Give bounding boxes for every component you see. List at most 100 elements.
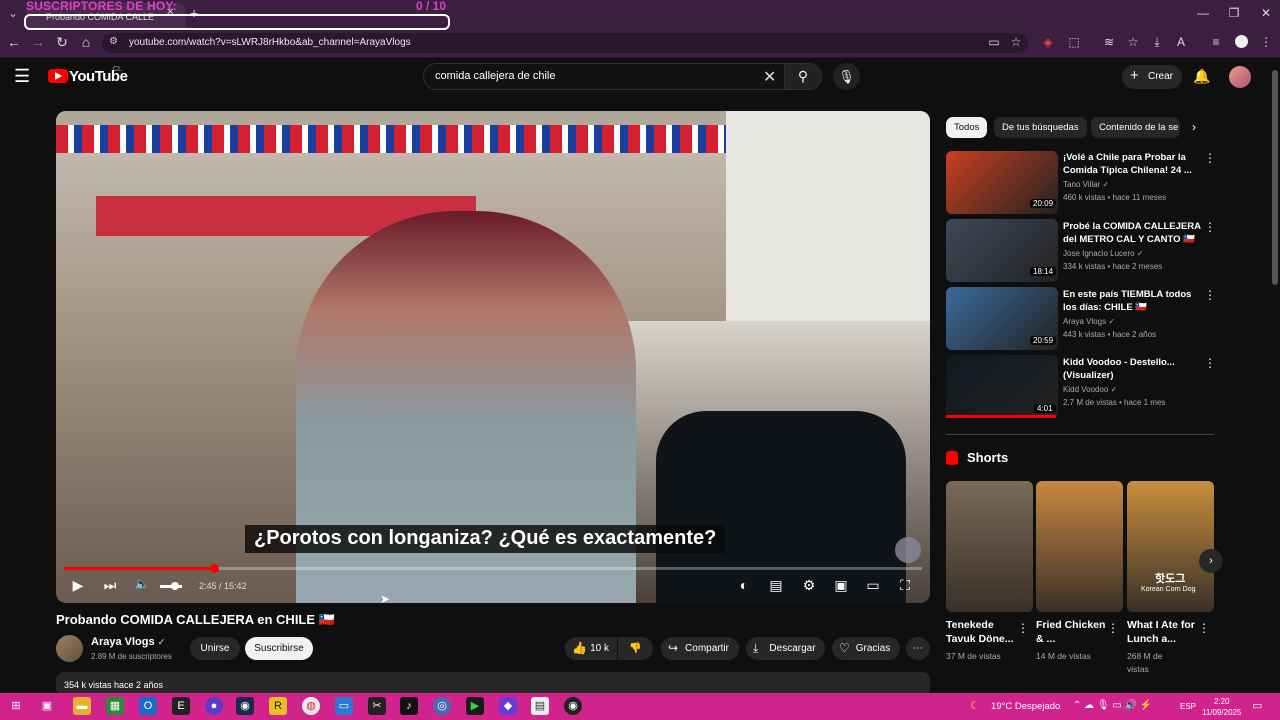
- rec-menu-icon[interactable]: ⋮: [1204, 220, 1216, 234]
- short-thumbnail[interactable]: [946, 481, 1033, 612]
- system-tray-icons[interactable]: ⌃ ☁ 🎙 ▭ 🔊 ⚡: [1073, 700, 1152, 711]
- shorts-next-icon[interactable]: ›: [1199, 549, 1223, 573]
- short-thumbnail[interactable]: [1036, 481, 1123, 612]
- site-info-icon[interactable]: ⚙: [109, 36, 118, 47]
- search-button[interactable]: ⚲: [784, 63, 822, 90]
- channel-name[interactable]: Araya Vlogs ✓: [91, 636, 165, 648]
- rec-menu-icon[interactable]: ⋮: [1204, 151, 1216, 165]
- rec-title[interactable]: ¡Volé a Chile para Probar la Comida Típi…: [1063, 151, 1201, 177]
- subtitles-icon[interactable]: ▤: [766, 577, 786, 594]
- page-scrollbar[interactable]: [1272, 70, 1278, 285]
- notifications-icon[interactable]: ▭: [1252, 699, 1262, 712]
- capcut-icon[interactable]: ✂: [368, 697, 386, 715]
- create-label: Crear: [1148, 71, 1174, 82]
- country-code: CL: [113, 66, 122, 73]
- scene-boxes: [726, 111, 930, 351]
- more-actions-button[interactable]: ⋯: [906, 637, 930, 660]
- rec-title[interactable]: En este país TIEMBLA todos los días: CHI…: [1063, 288, 1201, 314]
- short-title[interactable]: Tenekede Tavuk Döne...: [946, 618, 1016, 646]
- rec-channel[interactable]: Tano Villar ✓: [1063, 180, 1109, 189]
- volume-knob[interactable]: [171, 582, 179, 590]
- rec-title[interactable]: Probé la COMIDA CALLEJERA del METRO CAL …: [1063, 220, 1201, 246]
- url-text[interactable]: youtube.com/watch?v=sLWRJ8rHkbo&ab_chann…: [129, 37, 411, 48]
- rec-channel[interactable]: Araya Vlogs ✓: [1063, 317, 1115, 326]
- rec-channel[interactable]: Jose Ignacio Lucero ✓: [1063, 249, 1144, 258]
- dislike-button[interactable]: 👎: [618, 637, 653, 660]
- store-icon[interactable]: ▦: [106, 697, 124, 715]
- volume-icon[interactable]: 🔈: [132, 577, 152, 591]
- channel-watermark[interactable]: [895, 537, 921, 563]
- twitch-icon[interactable]: ◆: [499, 697, 517, 715]
- favorites-icon[interactable]: ☆: [1125, 35, 1141, 49]
- menu-dots-icon[interactable]: ⋮: [1258, 35, 1274, 49]
- voice-search-button[interactable]: 🎙: [833, 63, 860, 90]
- notepad-icon[interactable]: ▤: [531, 697, 549, 715]
- chrome-icon[interactable]: ◍: [302, 697, 320, 715]
- bookmark-star-icon[interactable]: ☆: [1008, 35, 1024, 49]
- tiktok-icon[interactable]: ♪: [400, 697, 418, 715]
- progress-scrubber[interactable]: [210, 564, 220, 573]
- epic-games-icon[interactable]: E: [172, 697, 190, 715]
- rec-menu-icon[interactable]: ⋮: [1204, 288, 1216, 302]
- translate-icon[interactable]: A: [1173, 35, 1189, 49]
- restore-icon[interactable]: ❐: [1224, 6, 1244, 20]
- tab-search-icon[interactable]: ⌄: [4, 5, 22, 23]
- window-app-icon[interactable]: ▭: [335, 697, 353, 715]
- short-menu-icon[interactable]: ⋮: [1017, 621, 1029, 635]
- rec-menu-icon[interactable]: ⋮: [1204, 356, 1216, 370]
- subscribe-button[interactable]: Suscribirse: [245, 637, 313, 660]
- browser-app-icon[interactable]: ◎: [433, 697, 451, 715]
- account-avatar[interactable]: [1229, 66, 1251, 88]
- app-icon[interactable]: ●: [205, 697, 223, 715]
- settings-gear-icon[interactable]: ⚙: [799, 577, 819, 594]
- outlook-icon[interactable]: O: [139, 697, 157, 715]
- theater-mode-icon[interactable]: ▭: [863, 577, 883, 594]
- extensions-icon[interactable]: ⬚: [1066, 35, 1082, 49]
- task-view-icon[interactable]: ▣: [38, 697, 56, 715]
- obs-icon[interactable]: ◉: [564, 697, 582, 715]
- search-query[interactable]: comida callejera de chile: [435, 70, 555, 82]
- reading-list-icon[interactable]: ≡: [1208, 35, 1224, 49]
- chips-next-icon[interactable]: ›: [1192, 120, 1196, 134]
- downloads-icon[interactable]: ⤓: [1149, 35, 1165, 50]
- close-window-icon[interactable]: ✕: [1256, 6, 1276, 20]
- short-menu-icon[interactable]: ⋮: [1198, 621, 1210, 635]
- search-icon: ⚲: [797, 68, 809, 84]
- miniplayer-icon[interactable]: ▣: [831, 577, 851, 594]
- chip-related[interactable]: Contenido de la se: [1091, 117, 1180, 138]
- home-icon[interactable]: ⌂: [76, 34, 96, 50]
- autoplay-toggle[interactable]: ◐: [732, 577, 756, 593]
- hamburger-menu-icon[interactable]: ☰: [14, 66, 30, 87]
- join-button[interactable]: Unirse: [190, 637, 240, 660]
- minimize-icon[interactable]: —: [1193, 6, 1213, 20]
- forward-icon[interactable]: →: [28, 34, 48, 50]
- chip-from-searches[interactable]: De tus búsquedas: [994, 117, 1087, 138]
- input-language[interactable]: ESP: [1180, 702, 1196, 711]
- cast-icon[interactable]: ▭: [986, 35, 1002, 49]
- file-explorer-icon[interactable]: ▬: [73, 697, 91, 715]
- rec-title[interactable]: Kidd Voodoo - Destello... (Visualizer): [1063, 356, 1201, 382]
- short-menu-icon[interactable]: ⋮: [1107, 621, 1119, 635]
- profile-icon[interactable]: [1235, 35, 1248, 48]
- chip-all[interactable]: Todos: [946, 117, 988, 138]
- reload-icon[interactable]: ↻: [52, 34, 72, 51]
- riot-icon[interactable]: R: [269, 697, 287, 715]
- notifications-bell-icon[interactable]: 🔔: [1193, 68, 1210, 85]
- steam-icon[interactable]: ◉: [236, 697, 254, 715]
- extension-red-icon[interactable]: ◈: [1040, 35, 1056, 49]
- channel-avatar[interactable]: [56, 635, 83, 662]
- start-icon[interactable]: ⊞: [7, 697, 25, 715]
- back-icon[interactable]: ←: [4, 34, 24, 50]
- next-icon[interactable]: ⏭: [100, 577, 120, 594]
- play-icon[interactable]: ▶: [68, 577, 88, 594]
- short-title[interactable]: What I Ate for Lunch a...: [1127, 618, 1197, 646]
- short-title[interactable]: Fried Chicken & ...: [1036, 618, 1106, 646]
- fullscreen-icon[interactable]: ⛶: [895, 577, 915, 594]
- media-icon[interactable]: ≋: [1101, 35, 1117, 49]
- taskbar-clock[interactable]: 2:20 11/09/2025: [1202, 696, 1241, 718]
- video-player[interactable]: ¿Porotos con longaniza? ¿Qué es exactame…: [56, 111, 930, 603]
- rec-channel[interactable]: Kidd Voodoo ✓: [1063, 385, 1117, 394]
- weather-text[interactable]: 19°C Despejado: [991, 701, 1060, 712]
- clear-search-icon[interactable]: ✕: [763, 67, 776, 87]
- media-app-icon[interactable]: ▶: [466, 697, 484, 715]
